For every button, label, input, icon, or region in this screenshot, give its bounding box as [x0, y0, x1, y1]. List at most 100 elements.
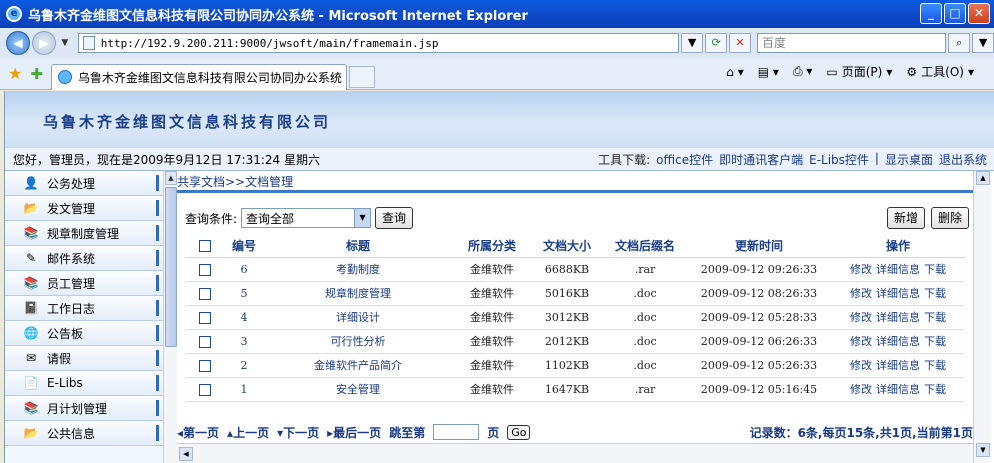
- go-button[interactable]: Go: [507, 424, 531, 440]
- close-button[interactable]: ✕: [968, 3, 990, 24]
- row-checkbox[interactable]: [199, 287, 211, 300]
- sidebar-item-label: 发文管理: [47, 201, 96, 216]
- back-button[interactable]: ◀: [6, 31, 30, 55]
- table-row: 1 安全管理 金维软件 1647KB .rar 2009-09-12 05:16:45 修改…: [185, 377, 965, 402]
- sidebar-item[interactable]: 📂 发文管理: [5, 196, 163, 221]
- folder-icon: 📂: [23, 426, 39, 440]
- detail-link[interactable]: 详细信息: [876, 287, 920, 300]
- query-button[interactable]: 查询: [375, 207, 414, 229]
- cell-title[interactable]: 考勤制度: [263, 257, 453, 282]
- cell-title[interactable]: 安全管理: [263, 377, 453, 402]
- cell-category: 金维软件: [453, 257, 531, 282]
- sidebar-item[interactable]: 📚 员工管理: [5, 271, 163, 296]
- prev-page-link[interactable]: ▴上一页: [227, 424, 269, 441]
- document-icon: 📄: [23, 376, 39, 390]
- row-checkbox[interactable]: [199, 359, 211, 372]
- row-checkbox[interactable]: [199, 335, 211, 348]
- link-im-client[interactable]: 即时通讯客户端: [719, 151, 803, 168]
- url-input[interactable]: http://192.9.200.211:9000/jwsoft/main/fr…: [77, 33, 680, 53]
- link-office[interactable]: office控件: [656, 151, 713, 168]
- cell-category: 金维软件: [453, 353, 531, 378]
- sidebar-item[interactable]: 👤 公务处理: [5, 171, 163, 196]
- search-options-icon[interactable]: ▼: [972, 33, 994, 53]
- browser-tab[interactable]: 乌鲁木齐金维图文信息科技有限公司协同办公系统: [50, 63, 347, 90]
- sidebar-item[interactable]: ✉ 请假: [5, 346, 163, 371]
- detail-link[interactable]: 详细信息: [876, 263, 920, 276]
- sidebar-item-label: E-Libs: [47, 376, 83, 390]
- link-elibs[interactable]: E-Libs控件: [809, 151, 869, 168]
- minimize-button[interactable]: _: [920, 3, 942, 24]
- download-link[interactable]: 下载: [924, 311, 946, 324]
- document-table: 编号 标题 所属分类 文档大小 文档后缀名 更新时间 操作 6 考勤制度 金维软件 6…: [185, 235, 965, 402]
- sidebar-item[interactable]: 📓 工作日志: [5, 296, 163, 321]
- stop-icon[interactable]: ✕: [729, 33, 751, 53]
- add-button[interactable]: 新增: [886, 207, 925, 229]
- detail-link[interactable]: 详细信息: [876, 359, 920, 372]
- scroll-up-icon[interactable]: ▲: [165, 171, 177, 185]
- edit-link[interactable]: 修改: [850, 263, 872, 276]
- history-dropdown-icon[interactable]: ▼: [58, 38, 72, 48]
- link-logout[interactable]: 退出系统: [939, 151, 987, 168]
- query-select[interactable]: 查询全部 ▼: [241, 208, 372, 228]
- detail-link[interactable]: 详细信息: [876, 383, 920, 396]
- forward-button[interactable]: ▶: [31, 31, 56, 55]
- query-bar: 查询条件: 查询全部 ▼ 查询: [185, 207, 414, 229]
- cell-title[interactable]: 可行性分析: [263, 329, 453, 354]
- maximize-button[interactable]: □: [944, 3, 966, 24]
- edit-link[interactable]: 修改: [850, 311, 872, 324]
- tools-menu[interactable]: ⚙ 工具(O) ▾: [906, 63, 974, 80]
- feeds-icon[interactable]: ▤ ▾: [758, 65, 779, 79]
- row-checkbox[interactable]: [199, 263, 211, 276]
- search-icon[interactable]: ⌕: [948, 33, 971, 53]
- first-page-link[interactable]: ◂第一页: [177, 424, 219, 441]
- last-page-link[interactable]: ▸最后一页: [327, 424, 381, 441]
- download-link[interactable]: 下载: [924, 335, 946, 348]
- row-checkbox[interactable]: [199, 383, 211, 396]
- scroll-up-icon[interactable]: ▲: [976, 171, 990, 185]
- download-link[interactable]: 下载: [924, 263, 946, 276]
- search-input[interactable]: 百度: [756, 33, 947, 53]
- edit-link[interactable]: 修改: [850, 335, 872, 348]
- link-show-desktop[interactable]: 显示桌面: [885, 151, 933, 168]
- chevron-down-icon[interactable]: ▼: [354, 209, 371, 227]
- sidebar-item[interactable]: 📚 规章制度管理: [5, 221, 163, 246]
- edit-link[interactable]: 修改: [850, 359, 872, 372]
- main-scrollbar[interactable]: ▲ ▼: [973, 171, 991, 463]
- horizontal-scrollbar[interactable]: ◀: [177, 443, 973, 463]
- sidebar-item[interactable]: 🌐 公告板: [5, 321, 163, 346]
- sidebar-item[interactable]: 📂 公共信息: [5, 421, 163, 446]
- cell-title[interactable]: 金维软件产品简介: [263, 353, 453, 378]
- cell-ext: .doc: [603, 281, 687, 306]
- cell-title[interactable]: 规章制度管理: [263, 281, 453, 306]
- cell-title[interactable]: 详细设计: [263, 305, 453, 330]
- detail-link[interactable]: 详细信息: [876, 335, 920, 348]
- page-menu[interactable]: ▭ 页面(P) ▾: [826, 63, 892, 80]
- favorites-star-icon[interactable]: ★: [8, 64, 22, 83]
- next-page-link[interactable]: ▾下一页: [277, 424, 319, 441]
- delete-button[interactable]: 删除: [930, 207, 969, 229]
- scroll-down-icon[interactable]: ▼: [976, 443, 990, 457]
- add-favorites-icon[interactable]: ✚: [30, 65, 43, 83]
- scroll-thumb[interactable]: [165, 187, 177, 347]
- scroll-left-icon[interactable]: ◀: [179, 447, 193, 461]
- page-content: 乌鲁木齐金维图文信息科技有限公司 您好，管理员，现在是2009年9月12日 17…: [4, 91, 994, 463]
- edit-link[interactable]: 修改: [850, 287, 872, 300]
- refresh-icon[interactable]: ⟳: [705, 33, 728, 53]
- download-link[interactable]: 下载: [924, 359, 946, 372]
- download-link[interactable]: 下载: [924, 383, 946, 396]
- detail-link[interactable]: 详细信息: [876, 311, 920, 324]
- edit-link[interactable]: 修改: [850, 383, 872, 396]
- ie-logo-icon: e: [6, 6, 22, 22]
- sidebar-item[interactable]: 📄 E-Libs: [5, 371, 163, 396]
- sidebar-item[interactable]: ✎ 邮件系统: [5, 246, 163, 271]
- sidebar-item[interactable]: 📚 月计划管理: [5, 396, 163, 421]
- new-tab-button[interactable]: [348, 65, 375, 88]
- sidebar-scrollbar[interactable]: ▲: [163, 171, 177, 463]
- select-all-checkbox[interactable]: [199, 240, 211, 253]
- page-input[interactable]: [433, 424, 480, 440]
- download-link[interactable]: 下载: [924, 287, 946, 300]
- print-icon[interactable]: ⎙ ▾: [793, 64, 812, 79]
- home-icon[interactable]: ⌂ ▾: [726, 65, 743, 79]
- row-checkbox[interactable]: [199, 311, 211, 324]
- url-dropdown-icon[interactable]: ▼: [681, 33, 704, 53]
